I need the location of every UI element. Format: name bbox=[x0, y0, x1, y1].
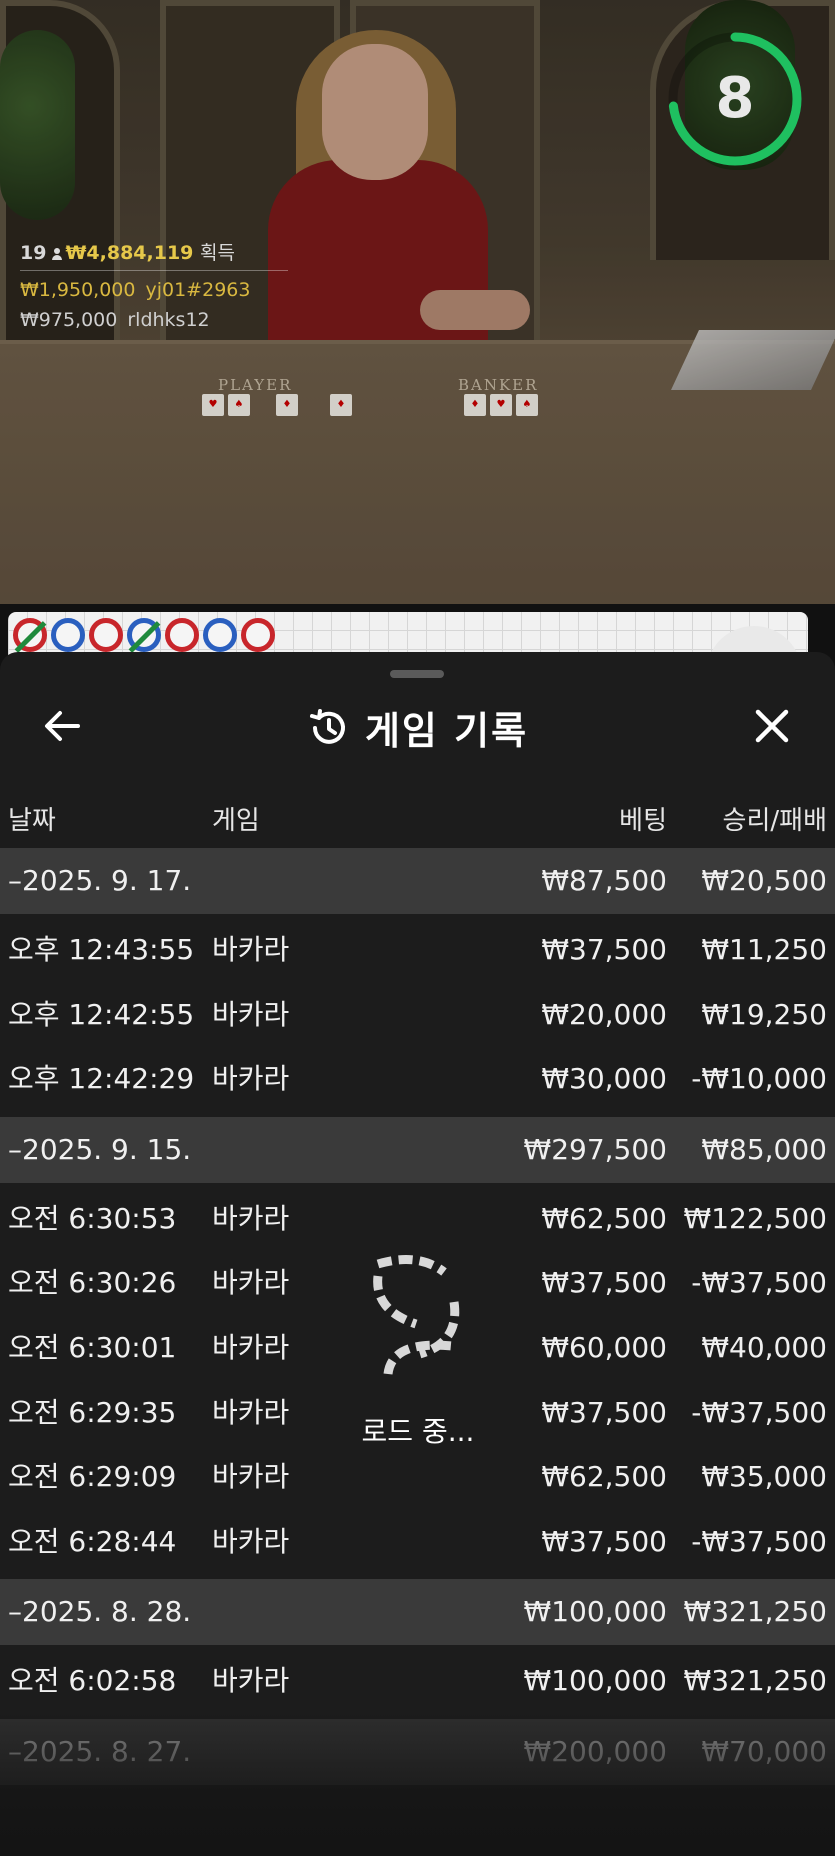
game-history-panel: 게임 기록 날짜 게임 베팅 승리/패배 –2025. 9. 17. ₩87,50… bbox=[0, 652, 835, 1856]
row-game: 바카라 bbox=[212, 1331, 290, 1364]
winner-amount: ₩1,950,000 bbox=[20, 279, 136, 301]
history-row[interactable]: 오후 12:42:55 바카라 ₩20,000 ₩19,250 bbox=[0, 983, 835, 1047]
live-video-stream: PLAYER BANKER ♥ ♠ ♦ ♦ ♦ ♥ ♠ 8 19 ₩4,884,1… bbox=[0, 0, 835, 604]
row-win-loss: -₩10,000 bbox=[691, 1062, 827, 1096]
bead-banker bbox=[89, 618, 123, 652]
row-win-loss: -₩37,500 bbox=[691, 1266, 827, 1300]
tie-marker bbox=[14, 621, 47, 653]
winners-total: ₩4,884,119 bbox=[65, 242, 194, 264]
date-group-row[interactable]: –2025. 8. 28. ₩100,000 ₩321,250 bbox=[0, 1579, 835, 1646]
row-time: 오전 6:30:26 bbox=[8, 1266, 177, 1300]
row-time: 오전 6:29:35 bbox=[8, 1395, 177, 1429]
row-bet: ₩62,500 bbox=[541, 1460, 667, 1494]
row-time: 오전 6:29:09 bbox=[8, 1460, 177, 1494]
winner-name: yj01#2963 bbox=[145, 279, 251, 301]
row-game: 바카라 bbox=[212, 1524, 290, 1558]
bead-banker-tie bbox=[13, 618, 47, 653]
group-date: –2025. 9. 15. bbox=[8, 1132, 192, 1166]
history-row[interactable]: 오전 6:02:58 바카라 ₩100,000 ₩321,250 bbox=[0, 1649, 835, 1713]
group-win-total: ₩85,000 bbox=[701, 1132, 827, 1166]
row-game: 바카라 bbox=[212, 1460, 290, 1494]
row-time: 오전 6:30:53 bbox=[8, 1201, 177, 1235]
row-win-loss: ₩40,000 bbox=[701, 1331, 827, 1364]
history-row[interactable]: 오후 12:43:55 바카라 ₩37,500 ₩11,250 bbox=[0, 918, 835, 982]
row-time: 오전 6:02:58 bbox=[8, 1664, 177, 1698]
column-header-win-loss: 승리/패배 bbox=[722, 806, 827, 836]
date-group-row[interactable]: –2025. 9. 17. ₩87,500 ₩20,500 bbox=[0, 848, 835, 914]
bead-player-tie bbox=[127, 618, 161, 653]
row-game: 바카라 bbox=[212, 933, 290, 966]
row-win-loss: -₩37,500 bbox=[691, 1524, 827, 1558]
row-bet: ₩62,500 bbox=[541, 1201, 667, 1235]
row-bet: ₩37,500 bbox=[541, 1266, 667, 1300]
row-win-loss: ₩321,250 bbox=[683, 1664, 827, 1698]
winner-entry: ₩1,950,000 yj01#2963 bbox=[20, 275, 288, 305]
winners-overlay: 19 ₩4,884,119 획득 ₩1,950,000 yj01#2963 ₩975… bbox=[20, 238, 288, 335]
row-game: 바카라 bbox=[212, 1201, 290, 1235]
row-bet: ₩100,000 bbox=[523, 1664, 667, 1698]
bead-player bbox=[203, 618, 237, 652]
row-game: 바카라 bbox=[212, 1266, 290, 1300]
row-game: 바카라 bbox=[212, 1395, 290, 1429]
row-bet: ₩37,500 bbox=[541, 933, 667, 966]
panel-header: 게임 기록 bbox=[0, 700, 835, 753]
history-row[interactable]: 오후 12:42:29 바카라 ₩30,000 -₩10,000 bbox=[0, 1047, 835, 1111]
row-win-loss: ₩122,500 bbox=[683, 1201, 827, 1235]
bead-player bbox=[51, 618, 85, 652]
group-win-total: ₩20,500 bbox=[701, 864, 827, 897]
row-bet: ₩60,000 bbox=[541, 1331, 667, 1364]
close-button[interactable] bbox=[748, 702, 796, 750]
row-win-loss: ₩35,000 bbox=[701, 1460, 827, 1494]
row-win-loss: ₩19,250 bbox=[701, 997, 827, 1031]
row-bet: ₩37,500 bbox=[541, 1524, 667, 1558]
row-win-loss: ₩11,250 bbox=[701, 933, 827, 966]
drag-handle[interactable] bbox=[390, 670, 444, 678]
row-game: 바카라 bbox=[212, 997, 290, 1031]
column-header-bet: 베팅 bbox=[619, 806, 667, 836]
column-header-date: 날짜 bbox=[8, 806, 56, 836]
winners-total-label: 획득 bbox=[200, 242, 235, 264]
row-time: 오전 6:30:01 bbox=[8, 1331, 177, 1364]
row-game: 바카라 bbox=[212, 1664, 290, 1698]
person-icon bbox=[52, 248, 63, 260]
group-date: –2025. 8. 28. bbox=[8, 1595, 192, 1629]
countdown-timer: 8 bbox=[666, 30, 804, 168]
winner-name: rldhks12 bbox=[127, 309, 210, 331]
date-group-row[interactable]: –2025. 9. 15. ₩297,500 ₩85,000 bbox=[0, 1116, 835, 1183]
row-time: 오전 6:28:44 bbox=[8, 1524, 177, 1558]
history-clock-icon bbox=[309, 708, 345, 744]
loading-spinner-icon bbox=[373, 1255, 460, 1375]
winners-count: 19 bbox=[20, 242, 47, 264]
row-time: 오후 12:42:29 bbox=[8, 1062, 195, 1096]
group-win-total: ₩321,250 bbox=[683, 1595, 827, 1629]
winners-summary: 19 ₩4,884,119 획득 bbox=[20, 238, 288, 268]
loading-text: 로드 중... bbox=[361, 1415, 475, 1448]
panel-title: 게임 기록 bbox=[364, 709, 529, 753]
row-time: 오후 12:42:55 bbox=[8, 997, 195, 1031]
loading-indicator: 로드 중... bbox=[348, 1242, 488, 1472]
row-bet: ₩30,000 bbox=[541, 1062, 667, 1096]
row-bet: ₩20,000 bbox=[541, 997, 667, 1031]
winner-amount: ₩975,000 bbox=[20, 309, 118, 331]
winner-entry: ₩975,000 rldhks12 bbox=[20, 305, 288, 335]
group-bet-total: ₩87,500 bbox=[541, 864, 667, 897]
tie-marker bbox=[128, 621, 161, 653]
history-row[interactable]: 오전 6:28:44 바카라 ₩37,500 -₩37,500 bbox=[0, 1510, 835, 1574]
row-bet: ₩37,500 bbox=[541, 1395, 667, 1429]
group-bet-total: ₩297,500 bbox=[523, 1132, 667, 1166]
close-icon bbox=[755, 709, 789, 743]
group-bet-total: ₩100,000 bbox=[523, 1595, 667, 1629]
bead-banker bbox=[165, 618, 199, 652]
countdown-number: 8 bbox=[715, 66, 755, 131]
bead-banker bbox=[241, 618, 275, 652]
group-date: –2025. 9. 17. bbox=[8, 864, 192, 897]
row-win-loss: -₩37,500 bbox=[691, 1395, 827, 1429]
column-header-game: 게임 bbox=[212, 806, 260, 836]
row-time: 오후 12:43:55 bbox=[8, 933, 195, 966]
row-game: 바카라 bbox=[212, 1062, 290, 1096]
